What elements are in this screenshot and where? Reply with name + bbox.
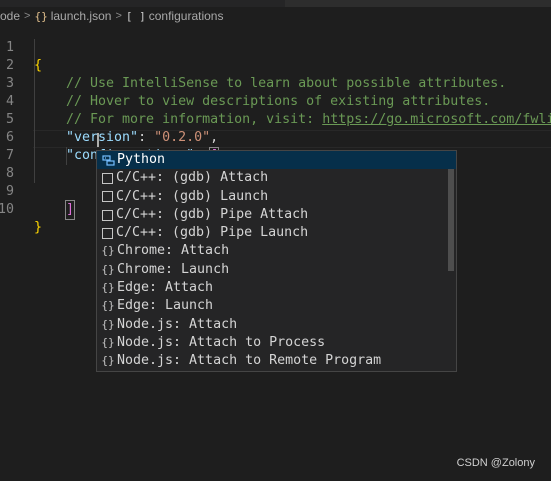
- line-number: 10: [0, 202, 14, 217]
- code-line: 6 "configurations": [: [0, 111, 551, 164]
- suggest-item[interactable]: {} Edge: Attach: [97, 279, 456, 297]
- suggest-item-label: C/C++: (gdb) Attach: [116, 170, 269, 186]
- braces-icon: {}: [101, 244, 115, 258]
- braces-icon: {}: [101, 281, 115, 295]
- suggest-item-label: Node.js: Attach to Remote Program: [117, 353, 382, 369]
- snippet-box-icon: [102, 227, 113, 239]
- suggest-item-label: Node.js: Attach to Process: [117, 334, 326, 350]
- code-line: 5 "version": "0.2.0",: [0, 93, 551, 145]
- suggest-item-label: C/C++: (gdb) Launch: [116, 188, 269, 204]
- suggest-item[interactable]: {} Chrome: Attach: [97, 242, 456, 260]
- code-line: 7: [0, 129, 551, 163]
- suggest-widget[interactable]: Python C/C++: (gdb) Attach C/C++: (gdb) …: [96, 150, 457, 372]
- suggest-item-label: C/C++: (gdb) Pipe Launch: [116, 225, 309, 241]
- braces-icon: {}: [101, 317, 115, 331]
- text-cursor: [97, 133, 99, 147]
- braces-icon: {}: [101, 335, 115, 349]
- suggest-item[interactable]: C/C++: (gdb) Pipe Attach: [97, 206, 456, 224]
- python-icon: [101, 151, 115, 169]
- code-line: 2 // Use IntelliSense to learn about pos…: [0, 39, 551, 91]
- suggest-item[interactable]: {} Edge: Launch: [97, 297, 456, 315]
- watermark: CSDN @Zolony: [456, 457, 535, 469]
- suggest-item[interactable]: C/C++: (gdb) Pipe Launch: [97, 224, 456, 242]
- snippet-box-icon: [102, 191, 113, 203]
- suggest-item[interactable]: {} Node.js: Attach: [97, 316, 456, 334]
- braces-icon: {}: [101, 262, 115, 276]
- suggest-item-label: Chrome: Attach: [117, 243, 230, 259]
- suggest-item[interactable]: {} Chrome: Launch: [97, 261, 456, 279]
- code-line: 3 // Hover to view descriptions of exist…: [0, 57, 551, 109]
- snippet-box-icon: [102, 209, 113, 221]
- suggest-item-python[interactable]: Python: [97, 151, 456, 170]
- braces-icon: {}: [101, 354, 115, 368]
- suggest-item[interactable]: C/C++: (gdb) Launch: [97, 188, 456, 206]
- suggest-item[interactable]: C/C++: (gdb) Attach: [97, 169, 456, 187]
- code-line: 4 // For more information, visit: https:…: [0, 75, 551, 127]
- braces-icon: {}: [101, 299, 115, 313]
- suggest-item[interactable]: {} Node.js: Attach to Process: [97, 334, 456, 352]
- close-brace: }: [34, 220, 43, 235]
- suggest-item[interactable]: {} Node.js: Attach to Remote Program: [97, 352, 456, 370]
- suggest-item-label: Edge: Attach: [117, 280, 214, 296]
- code-line: 1 {: [0, 21, 551, 73]
- suggest-item-label: Chrome: Launch: [117, 261, 230, 277]
- suggest-item-label: Node.js: Attach: [117, 316, 238, 332]
- snippet-box-icon: [102, 172, 113, 184]
- suggest-item-label: Python: [117, 152, 166, 167]
- suggest-item-label: Edge: Launch: [117, 298, 214, 314]
- suggest-item-label: C/C++: (gdb) Pipe Attach: [116, 206, 309, 222]
- close-bracket: ]: [64, 200, 76, 220]
